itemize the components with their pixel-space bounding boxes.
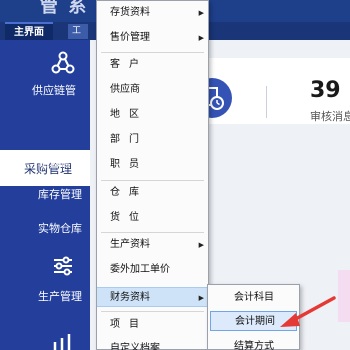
submenu-item-accounting-period[interactable]: 会计期间 [210,311,297,331]
menu-item-outsourcing-price[interactable]: 委外加工单价 [97,260,208,280]
menu-separator [101,52,204,53]
chart-icon [53,334,71,350]
stat-label: 审核消息 [310,110,350,123]
sidebar: 供应链管 采购管理 销售管理 库存管理 实物仓库 生产管理 [0,40,90,350]
menu-item-region[interactable]: 地区 [97,105,208,125]
sliders-icon [54,256,72,276]
menu-item-staff[interactable]: 职员 [97,155,208,175]
menu-item-warehouse[interactable]: 仓库 [97,183,208,203]
menu-item-production-data[interactable]: 生产资料 ▶ [97,235,208,255]
menu-item-supplier[interactable]: 供应商 [97,80,208,100]
menu-separator [101,232,204,233]
context-menu: 存货资料 ▶ 售价管理 ▶ 客户 供应商 地区 部门 职员 仓库 货位 生产资料… [96,0,209,350]
submenu-arrow-icon: ▶ [198,241,204,249]
menu-item-price-management[interactable]: 售价管理 ▶ [97,28,208,48]
menu-item-project[interactable]: 项目 [97,315,208,335]
menu-item-custom-archive[interactable]: 自定义档案 [97,339,208,350]
menu-item-finance-data[interactable]: 财务资料 ▶ [97,287,208,307]
menu-separator [101,311,204,312]
menu-separator [101,180,204,181]
submenu-item-accounting-subject[interactable]: 会计科目 [208,288,299,308]
stat-value: 39 [310,78,341,103]
menu-item-department[interactable]: 部门 [97,130,208,150]
submenu-arrow-icon: ▶ [198,9,204,17]
submenu-arrow-icon: ▶ [198,34,204,42]
tab-main-interface[interactable]: 主界面 [5,22,53,40]
submenu-item-settlement-method[interactable]: 结算方式 [208,337,299,350]
menu-item-inventory-data[interactable]: 存货资料 ▶ [97,3,208,23]
submenu-arrow-icon: ▶ [198,294,204,302]
menu-item-customer[interactable]: 客户 [97,55,208,75]
card-divider [266,86,267,118]
finance-submenu: 会计科目 会计期间 结算方式 [207,284,300,350]
app-title: 管 系 [40,0,89,17]
network-icon [51,51,75,74]
tab-second[interactable]: 工 [68,24,88,39]
side-panel-edge [338,270,350,322]
menu-item-location[interactable]: 货位 [97,208,208,228]
